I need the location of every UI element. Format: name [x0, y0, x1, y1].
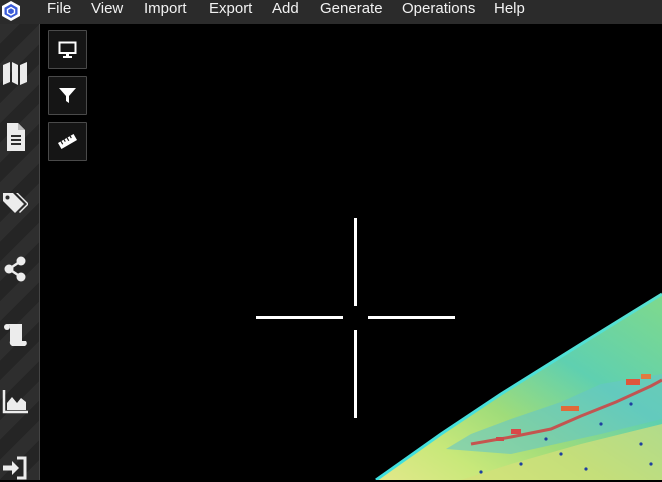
tags-icon[interactable]: [2, 187, 28, 217]
sidebar: [0, 24, 40, 480]
crosshair-icon: [256, 218, 455, 418]
menu-operations[interactable]: Operations: [402, 0, 475, 24]
viewport-3d[interactable]: [41, 24, 662, 480]
menu-help[interactable]: Help: [494, 0, 525, 24]
menu-file[interactable]: File: [47, 0, 71, 24]
share-icon[interactable]: [2, 254, 28, 284]
menu-add[interactable]: Add: [272, 0, 299, 24]
menu-bar: File View Import Export Add Generate Ope…: [0, 0, 662, 24]
area-chart-icon[interactable]: [2, 386, 28, 416]
menu-export[interactable]: Export: [209, 0, 252, 24]
map-icon[interactable]: [2, 58, 28, 88]
scroll-icon[interactable]: [2, 319, 28, 349]
sign-in-icon[interactable]: [2, 452, 28, 482]
menu-import[interactable]: Import: [144, 0, 187, 24]
menu-view[interactable]: View: [91, 0, 123, 24]
document-icon[interactable]: [2, 122, 28, 152]
app-logo-icon[interactable]: [0, 0, 22, 22]
menu-generate[interactable]: Generate: [320, 0, 383, 24]
